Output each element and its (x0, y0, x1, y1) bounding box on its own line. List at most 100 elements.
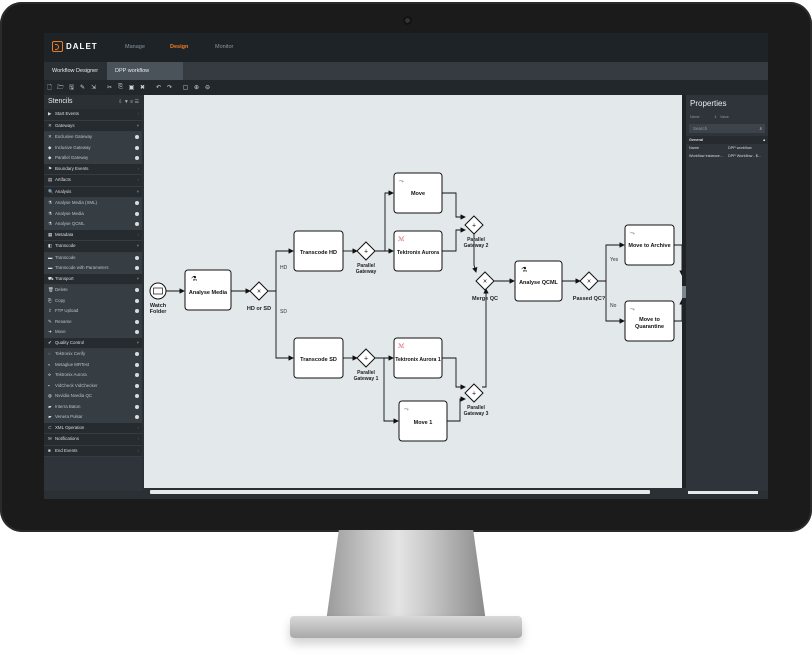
stencil-item[interactable]: ⟡ Tektronix Aurora (44, 370, 142, 381)
task-tektronix-aurora-1[interactable]: ℳ Tektronix Aurora 1 (393, 337, 443, 379)
property-value[interactable]: DPP Workflow - $... (728, 152, 761, 160)
scrollbar-thumb[interactable] (150, 489, 650, 494)
expand-arrow-icon[interactable]: › (138, 175, 139, 186)
task-move-to-archive[interactable]: ⤳ Move to Archive (624, 224, 675, 266)
stencil-category[interactable]: ■ End Events › (44, 445, 142, 457)
flow-archive-out[interactable] (674, 244, 685, 276)
info-icon[interactable] (135, 135, 139, 139)
stencil-item[interactable]: ➜ Move (44, 327, 142, 338)
flow-hd[interactable] (268, 248, 294, 292)
gateway-passed-qc[interactable]: × Passed QC? (573, 271, 606, 302)
info-icon[interactable] (135, 309, 139, 313)
save-as-icon[interactable]: ✎ (77, 80, 88, 95)
gateway-hd-or-sd[interactable]: × HD or SD (247, 281, 271, 312)
info-icon[interactable] (135, 156, 139, 160)
column-name[interactable]: Name (690, 115, 700, 119)
flow-aurora-to-pg2[interactable] (442, 227, 466, 252)
info-icon[interactable] (135, 288, 139, 292)
info-icon[interactable] (135, 404, 139, 409)
expand-arrow-icon[interactable]: › (138, 434, 139, 445)
expand-arrow-icon[interactable]: › (138, 109, 139, 120)
flow-yes[interactable] (598, 242, 625, 282)
property-value[interactable]: DPP workflow (728, 144, 752, 152)
sort-icon[interactable]: ⇕ (714, 113, 717, 121)
workflow-canvas[interactable]: Watch Folder ⚗ Analyse Media Transcode H… (144, 95, 685, 491)
stencil-item[interactable]: ◐ Metaglue MRTest (44, 359, 142, 370)
fit-icon[interactable]: ▢ (180, 80, 191, 95)
stencil-item[interactable]: ⚗ Analyse QCML (44, 219, 142, 230)
properties-search-input[interactable]: Search ⌕ (689, 124, 765, 133)
watch-folder-event[interactable]: Watch Folder (149, 282, 168, 315)
task-move[interactable]: ⤳ Move (393, 172, 443, 214)
stencil-category[interactable]: ⛟Transport ▾ (44, 273, 142, 285)
brand-logo[interactable]: DALET (52, 41, 98, 52)
zoom-out-icon[interactable]: ⊖ (202, 80, 213, 95)
stencil-category[interactable]: ✔ Quality Control ▾ (44, 337, 142, 349)
expand-arrow-icon[interactable]: ▾ (137, 338, 139, 349)
stencil-item[interactable]: ✕ Exclusive Gateway (44, 132, 142, 143)
stencil-item[interactable]: ◆ Inclusive Gateway (44, 142, 142, 153)
undo-icon[interactable]: ↶ (153, 80, 164, 95)
flow-move1-to-pg3[interactable] (447, 396, 466, 422)
flow-pg3-to-merge[interactable] (482, 288, 489, 388)
export-icon[interactable]: ⇲ (88, 80, 99, 95)
stencil-item[interactable]: ⚗ Analyse Media (44, 208, 142, 219)
stencil-item[interactable]: ✎ Rename (44, 316, 142, 327)
info-icon[interactable] (135, 394, 139, 398)
stencil-item[interactable]: ⇪ FTP Upload (44, 306, 142, 317)
stencil-category[interactable]: ⊂ XML Operation › (44, 422, 142, 434)
properties-group-general[interactable]: General ▴ (686, 136, 768, 144)
cut-icon[interactable]: ✂ (104, 80, 115, 95)
info-icon[interactable] (135, 319, 139, 324)
zoom-in-icon[interactable]: ⊕ (191, 80, 202, 95)
expand-arrow-icon[interactable]: ▾ (137, 121, 139, 132)
gateway-parallel-3[interactable]: + Parallel Gateway 3 (464, 383, 489, 417)
info-icon[interactable] (135, 266, 139, 270)
info-icon[interactable] (135, 362, 139, 367)
task-transcode-hd[interactable]: Transcode HD (293, 230, 344, 272)
collapse-icon[interactable]: ▴ (763, 136, 765, 144)
info-icon[interactable] (135, 211, 139, 216)
expand-arrow-icon[interactable]: ▾ (137, 274, 139, 285)
gateway-merge-qc[interactable]: × Merge QC (472, 271, 498, 302)
info-icon[interactable] (135, 415, 139, 419)
flow-aurora1-to-pg3[interactable] (442, 357, 466, 390)
property-row-name[interactable]: Name DPP workflow (686, 144, 768, 152)
nav-monitor[interactable]: Monitor (215, 44, 233, 50)
info-icon[interactable] (135, 255, 139, 260)
gateway-parallel-1[interactable]: + Parallel Gateway 1 (354, 348, 379, 382)
flow-pg-to-move[interactable] (375, 190, 394, 252)
stencil-category[interactable]: ▤ Artifacts › (44, 175, 142, 187)
stencil-category[interactable]: ⚑ Boundary Events › (44, 163, 142, 175)
stencil-category[interactable]: 🔍 Analysis ▾ (44, 186, 142, 198)
info-icon[interactable] (135, 373, 139, 377)
task-move-to-quarantine[interactable]: ⤳ Move to Quarantine (624, 300, 675, 342)
expand-arrow-icon[interactable]: › (138, 423, 139, 434)
workflow-diagram[interactable]: Watch Folder ⚗ Analyse Media Transcode H… (144, 95, 685, 491)
task-move-1[interactable]: ⤳ Move 1 (398, 400, 448, 442)
nav-manage[interactable]: Manage (125, 44, 145, 50)
flow-move-to-pg2[interactable] (442, 192, 466, 220)
stencil-category[interactable]: ◧ Transcode ▾ (44, 241, 142, 253)
stencil-item[interactable]: ▬ Transcode (44, 252, 142, 263)
info-icon[interactable] (135, 383, 139, 388)
stencil-item[interactable]: ▬ Transcode with Parameters (44, 263, 142, 274)
gateway-parallel-2[interactable]: + Parallel Gateway 2 (464, 215, 489, 249)
stencil-category[interactable]: ✉ Notifications › (44, 434, 142, 446)
expand-arrow-icon[interactable]: ▾ (137, 187, 139, 198)
flow-quarantine-out[interactable] (674, 299, 685, 322)
info-icon[interactable] (135, 201, 139, 205)
info-icon[interactable] (135, 352, 139, 356)
new-icon[interactable]: 🗋 (44, 80, 55, 95)
stencil-item[interactable]: ▪ VidCheck VidChecker (44, 380, 142, 391)
stencil-item[interactable]: ◆ Parallel Gateway (44, 153, 142, 164)
gateway-parallel[interactable]: + Parallel Gateway (356, 241, 377, 275)
redo-icon[interactable]: ↷ (164, 80, 175, 95)
stencil-item[interactable]: ▰ Venera Pulsar (44, 412, 142, 423)
expand-arrow-icon[interactable]: › (138, 164, 139, 175)
stencil-item[interactable]: ◌ Tektronix Cerify (44, 349, 142, 360)
flow-sd[interactable] (268, 290, 294, 361)
save-icon[interactable]: 🖫 (66, 80, 77, 95)
stencil-item[interactable]: ⚗ Analyse Media (XML) (44, 198, 142, 209)
task-analyse-media[interactable]: ⚗ Analyse Media (184, 269, 232, 311)
